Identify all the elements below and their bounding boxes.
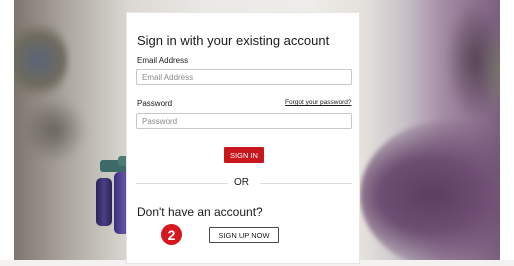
signin-button[interactable]: SIGN IN bbox=[224, 147, 264, 163]
or-divider-text: OR bbox=[234, 177, 249, 188]
background-fabric bbox=[360, 120, 500, 266]
divider-line bbox=[136, 183, 228, 184]
password-field[interactable] bbox=[136, 113, 352, 129]
step-number-badge: 2 bbox=[161, 224, 182, 245]
signup-button[interactable]: SIGN UP NOW bbox=[209, 227, 279, 243]
forgot-password-link[interactable]: Forgot your password? bbox=[285, 99, 351, 106]
signin-card: Sign in with your existing account Email… bbox=[126, 12, 360, 264]
background-decor bbox=[20, 100, 90, 160]
password-label: Password bbox=[137, 99, 173, 108]
email-field[interactable] bbox=[136, 69, 352, 85]
signin-title: Sign in with your existing account bbox=[137, 33, 330, 48]
background-decor bbox=[14, 20, 68, 100]
divider-line bbox=[260, 183, 352, 184]
signup-prompt: Don't have an account? bbox=[137, 205, 263, 219]
thread-spool bbox=[96, 178, 112, 226]
email-label: Email Address bbox=[137, 56, 189, 65]
